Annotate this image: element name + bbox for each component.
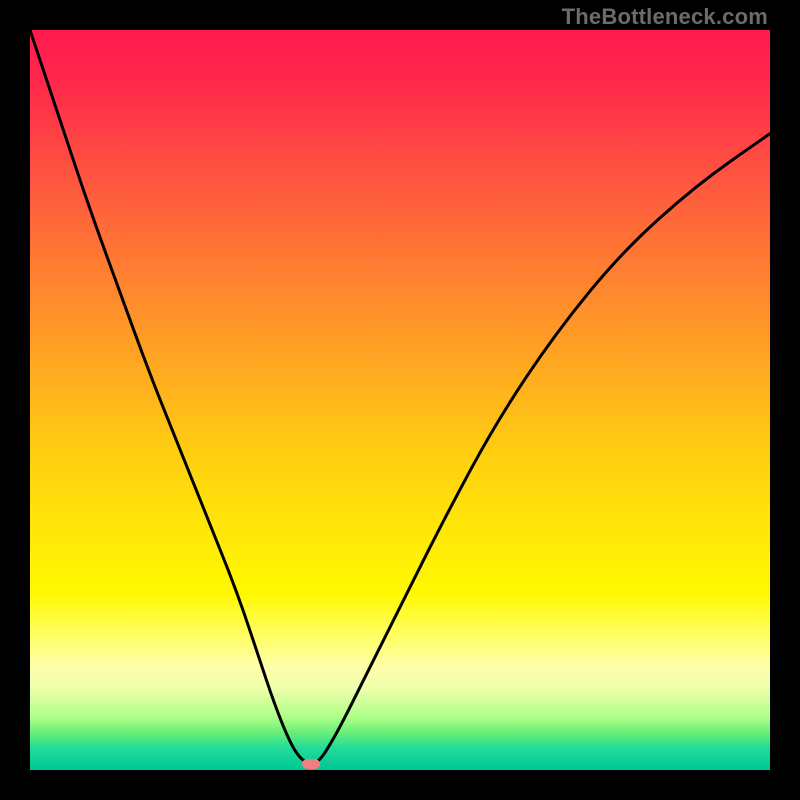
- minimum-marker: [302, 759, 320, 769]
- bottleneck-curve: [30, 30, 770, 770]
- plot-area: [30, 30, 770, 770]
- chart-frame: TheBottleneck.com: [0, 0, 800, 800]
- watermark-text: TheBottleneck.com: [562, 4, 768, 30]
